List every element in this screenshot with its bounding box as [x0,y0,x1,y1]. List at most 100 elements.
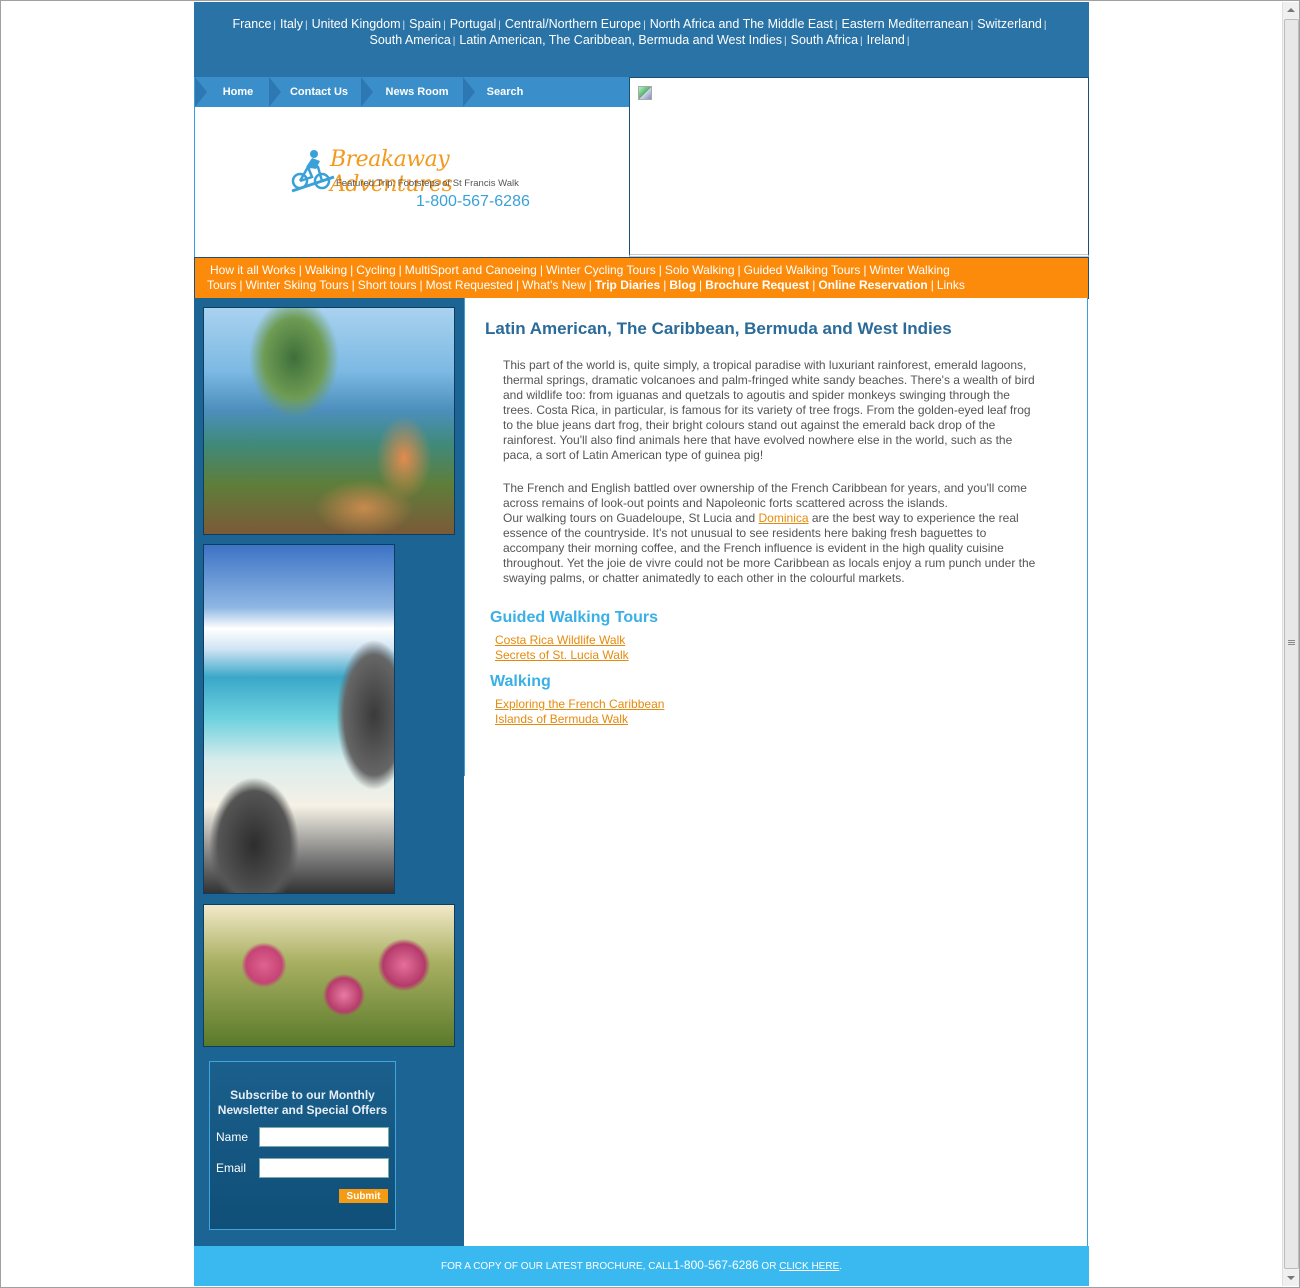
separator: | [699,278,703,292]
name-label: Name [216,1130,249,1144]
activity-link[interactable]: Brochure Request [705,278,809,292]
footer-suffix: . [839,1261,843,1272]
history-text-a: The French and English battled over owne… [503,481,1027,510]
nav-contact-us[interactable]: Contact Us [283,77,355,107]
main-content: Latin American, The Caribbean, Bermuda a… [464,298,1088,1246]
separator: | [539,263,543,277]
content-divider [464,298,465,776]
separator: | [350,263,354,277]
region-link[interactable]: Central/Northern Europe [505,17,641,31]
separator: | [298,263,302,277]
grip-icon [1288,640,1295,641]
activity-link[interactable]: Walking [305,263,347,277]
separator: | [419,278,423,292]
history-text-b: Our walking tours on Guadeloupe, St Luci… [503,511,756,525]
nav-chevron [361,77,373,107]
region-link[interactable]: North Africa and The Middle East [650,17,833,31]
separator: | [663,278,667,292]
activity-link[interactable]: Guided Walking Tours [744,263,861,277]
photo-orchids [203,904,455,1047]
separator: | [398,263,402,277]
tour-link-costa-rica[interactable]: Costa Rica Wildlife Walk [495,633,625,647]
activity-link[interactable]: Winter Cycling Tours [546,263,656,277]
activity-link[interactable]: Trip Diaries [595,278,660,292]
activity-link[interactable]: Cycling [356,263,395,277]
footer-text: FOR A COPY OF OUR LATEST BROCHURE, CALL1… [194,1258,1089,1272]
region-link[interactable]: Portugal [450,17,497,31]
tour-link-bermuda[interactable]: Islands of Bermuda Walk [495,712,628,726]
region-link[interactable]: Italy [280,17,303,31]
featured-trip: Featured Trip: Footsteps of St Francis W… [336,178,519,189]
separator: | [588,278,592,292]
photo-beach-cove [203,544,395,894]
nav-search[interactable]: Search [477,77,533,107]
email-field[interactable] [259,1158,389,1178]
region-link[interactable]: South Africa [791,33,858,47]
activity-link[interactable]: Blog [669,278,696,292]
region-nav-links: France | Italy | United Kingdom | Spain | Portug… [214,17,1069,49]
newsletter-form: Subscribe to our Monthly Newsletter and … [209,1061,396,1230]
history-paragraph: The French and English battled over owne… [503,481,1038,586]
separator: | [273,20,277,31]
separator: | [737,263,741,277]
tour-link-french-caribbean[interactable]: Exploring the French Caribbean [495,697,664,711]
footer-click-here-link[interactable]: CLICK HERE [779,1261,839,1272]
region-link[interactable]: South America [369,33,450,47]
logo[interactable]: Breakaway Adventures Featured Trip: Foot… [290,147,540,217]
footer-prefix: FOR A COPY OF OUR LATEST BROCHURE, CALL [440,1261,674,1272]
submit-button[interactable]: Submit [339,1189,388,1203]
separator: | [784,36,787,47]
guided-walking-heading: Guided Walking Tours [490,609,658,626]
activity-link[interactable]: What's New [522,278,586,292]
region-link[interactable]: Ireland [867,33,905,47]
separator: | [970,20,974,31]
region-link[interactable]: Spain [409,17,441,31]
newsletter-title: Subscribe to our Monthly Newsletter and … [217,1088,388,1117]
nav-chevron [463,77,475,107]
intro-paragraph: This part of the world is, quite simply,… [503,358,1035,462]
activity-link[interactable]: MultiSport and Canoeing [405,263,537,277]
region-link[interactable]: Switzerland [977,17,1042,31]
region-nav: France | Italy | United Kingdom | Spain | Portug… [194,2,1089,77]
page-title: Latin American, The Caribbean, Bermuda a… [485,319,952,338]
activity-link[interactable]: How it all Works [210,263,296,277]
activity-link[interactable]: Winter Skiing Tours [245,278,348,292]
header-phone: 1-800-567-6286 [416,193,530,210]
separator: | [812,278,816,292]
vertical-scrollbar[interactable] [1282,2,1299,1286]
activity-nav: How it all Works | Walking | Cycling | MultiSp… [194,257,1089,299]
activity-link[interactable]: Links [937,278,965,292]
activity-link[interactable]: Most Requested [426,278,513,292]
separator: | [498,20,501,31]
footer-phone: 1-800-567-6286 [673,1258,759,1272]
separator: | [304,20,308,31]
separator: | [402,20,406,31]
activity-link[interactable]: Online Reservation [818,278,927,292]
scroll-up-arrow-icon[interactable] [1283,2,1299,18]
activity-nav-links: How it all Works | Walking | Cycling | MultiSp… [207,263,987,293]
region-link[interactable]: Latin American, The Caribbean, Bermuda a… [459,33,782,47]
nav-news-room[interactable]: News Room [375,77,459,107]
tour-link-st-lucia[interactable]: Secrets of St. Lucia Walk [495,648,629,662]
name-field[interactable] [259,1127,389,1147]
broken-image-icon [638,86,652,100]
activity-link[interactable]: Short tours [358,278,417,292]
separator: | [1043,20,1047,31]
separator: | [906,36,910,47]
region-link[interactable]: United Kingdom [312,17,401,31]
scrollbar-thumb[interactable] [1284,19,1299,1269]
separator: | [834,20,838,31]
activity-link[interactable]: Solo Walking [665,263,735,277]
region-link[interactable]: France [233,17,272,31]
scroll-down-arrow-icon[interactable] [1283,1270,1299,1286]
header: Home Contact Us News Room Search Breakaw… [194,77,630,257]
separator: | [515,278,520,292]
nav-home[interactable]: Home [209,77,267,107]
nav-chevron [195,77,207,107]
dominica-link[interactable]: Dominica [759,511,809,525]
separator: | [863,263,867,277]
photo-couple-dining [203,307,455,535]
header-banner [629,77,1089,257]
separator: | [452,36,456,47]
region-link[interactable]: Eastern Mediterranean [842,17,969,31]
